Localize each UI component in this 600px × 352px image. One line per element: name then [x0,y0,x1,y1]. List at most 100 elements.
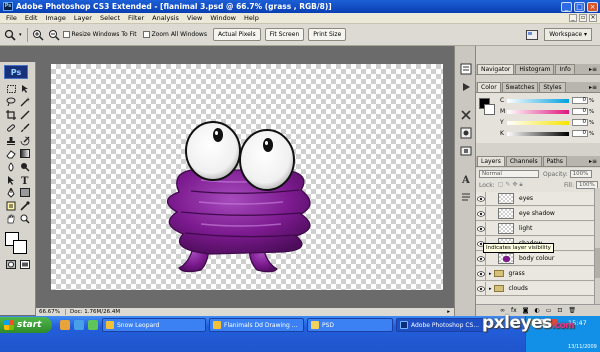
gradient-icon[interactable] [19,148,31,159]
shape-icon[interactable] [19,187,31,198]
layer-row[interactable]: body colour [476,251,594,266]
quick-mask-icon[interactable] [5,259,17,270]
quick-launch-firefox-icon[interactable] [60,320,70,330]
black-slider[interactable] [507,131,569,136]
eye-visibility-icon[interactable] [476,221,486,236]
eye-visibility-icon[interactable] [476,206,486,221]
eye-visibility-icon[interactable] [476,191,486,206]
blend-mode-select[interactable]: Normal [479,170,539,178]
zoom-tool-icon[interactable] [3,28,17,42]
path-select-icon[interactable] [5,174,17,185]
doc-close-button[interactable]: × [589,14,597,22]
tab-channels[interactable]: Channels [505,156,542,166]
menu-help[interactable]: Help [240,14,263,22]
screen-mode-icon[interactable] [19,259,31,270]
marquee-icon[interactable] [5,83,17,94]
tab-layers[interactable]: Layers [477,156,505,166]
cyan-slider[interactable] [507,98,569,103]
layers-scrollbar[interactable] [594,188,600,310]
menu-analysis[interactable]: Analysis [148,14,183,22]
tab-color[interactable]: Color [477,82,501,92]
tab-navigator[interactable]: Navigator [477,64,515,74]
eyedropper-icon[interactable] [19,200,31,211]
quick-launch-desktop-icon[interactable] [88,320,98,330]
hand-icon[interactable] [5,213,17,224]
workspace-button[interactable]: Workspace ▾ [544,28,592,41]
move-icon[interactable] [19,83,31,94]
healing-icon[interactable] [5,122,17,133]
magenta-value[interactable]: 0 [572,108,588,115]
resize-windows-checkbox[interactable] [62,31,70,38]
eye-visibility-icon[interactable] [476,281,486,296]
paragraph-panel-icon[interactable] [458,190,473,204]
print-size-button[interactable]: Print Size [308,28,347,41]
task-psd[interactable]: PSD [307,318,393,332]
magenta-slider[interactable] [507,109,569,114]
actions-panel-icon[interactable] [458,80,473,94]
maximize-button[interactable]: □ [574,1,585,12]
layer-group-row[interactable]: ▸ clouds [476,281,594,296]
brushes-panel-icon[interactable] [458,126,473,140]
crop-icon[interactable] [5,109,17,120]
quick-launch-ie-icon[interactable] [74,320,84,330]
lasso-icon[interactable] [5,96,17,107]
expand-triangle-icon[interactable]: ▸ [489,271,492,277]
clone-stamp-icon[interactable] [5,135,17,146]
menu-image[interactable]: Image [41,14,69,22]
color-panel-menu-icon[interactable]: ▸≡ [589,84,597,91]
menu-filter[interactable]: Filter [124,14,148,22]
clone-source-icon[interactable] [458,144,473,158]
tab-info[interactable]: Info [555,64,575,74]
menu-view[interactable]: View [183,14,206,22]
lock-icons[interactable]: ▢✎✥🔒︎ [498,181,525,189]
minimize-button[interactable]: _ [561,1,572,12]
pen-icon[interactable] [5,187,17,198]
notes-icon[interactable] [5,200,17,211]
menu-edit[interactable]: Edit [21,14,42,22]
panel-well-icon[interactable] [525,28,539,42]
doc-minimize-button[interactable]: _ [569,14,577,22]
close-button[interactable]: × [587,1,598,12]
eraser-icon[interactable] [5,148,17,159]
tool-presets-icon[interactable] [458,108,473,122]
magic-wand-icon[interactable] [19,96,31,107]
task-snow-leopard[interactable]: Snow Leopard [102,318,206,332]
layers-scrollbar-thumb[interactable] [595,248,600,278]
zoom-icon[interactable] [19,213,31,224]
menu-window[interactable]: Window [206,14,240,22]
black-value[interactable]: 0 [572,130,588,137]
character-panel-icon[interactable]: A [458,172,473,186]
task-photoshop[interactable]: Adobe Photoshop CS... [396,318,488,332]
document-canvas[interactable] [51,64,443,290]
zoom-out-icon[interactable] [47,28,61,42]
eye-visibility-icon[interactable] [476,266,486,281]
task-flanimals-drawing[interactable]: Flanimals Dd Drawing ... [209,318,304,332]
background-color-swatch[interactable] [13,240,27,254]
menu-layer[interactable]: Layer [70,14,96,22]
status-menu-arrow-icon[interactable]: ▸ [447,309,450,315]
doc-restore-button[interactable]: ▫ [579,14,587,22]
yellow-slider[interactable] [507,120,569,125]
slice-icon[interactable] [19,109,31,120]
zoom-in-icon[interactable] [31,28,45,42]
eye-visibility-icon[interactable] [476,251,486,266]
layers-panel-menu-icon[interactable]: ▸≡ [589,158,597,165]
blur-icon[interactable] [5,161,17,172]
layer-group-row[interactable]: ▸ grass [476,266,594,281]
tab-swatches[interactable]: Swatches [501,82,539,92]
tab-histogram[interactable]: Histogram [515,64,555,74]
history-panel-icon[interactable] [458,62,473,76]
cyan-value[interactable]: 0 [572,97,588,104]
menu-select[interactable]: Select [96,14,124,22]
zoom-all-windows-checkbox[interactable] [142,31,150,38]
actual-pixels-button[interactable]: Actual Pixels [212,28,261,41]
tab-paths[interactable]: Paths [542,156,567,166]
layer-row[interactable]: eye shadow [476,206,594,221]
type-icon[interactable]: T [19,174,31,185]
zoom-level[interactable]: 66.67% [36,309,66,315]
layer-row[interactable]: eyes [476,191,594,206]
layer-row[interactable]: light [476,221,594,236]
start-button[interactable]: start [0,317,52,333]
history-brush-icon[interactable] [19,135,31,146]
menu-file[interactable]: File [2,14,21,22]
